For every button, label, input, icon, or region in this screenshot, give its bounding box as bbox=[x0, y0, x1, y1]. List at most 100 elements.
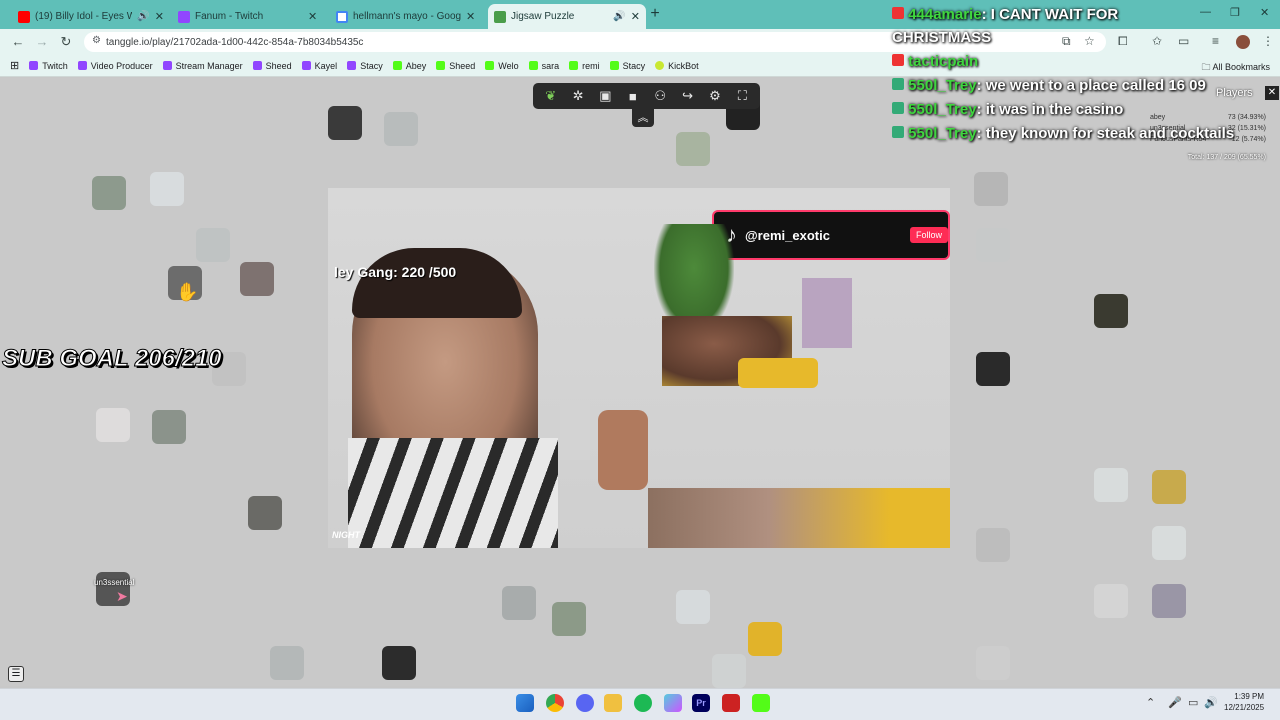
copilot-icon[interactable] bbox=[664, 694, 682, 712]
puzzle-piece[interactable] bbox=[676, 132, 710, 166]
close-icon[interactable]: ✕ bbox=[466, 10, 475, 23]
chat-message: they known for steak and cocktails bbox=[985, 125, 1235, 142]
file-explorer-icon[interactable] bbox=[604, 694, 622, 712]
puzzle-piece[interactable] bbox=[92, 176, 126, 210]
puzzle-piece[interactable] bbox=[384, 112, 418, 146]
app-icon[interactable] bbox=[722, 694, 740, 712]
close-icon[interactable]: ✕ bbox=[631, 10, 640, 23]
puzzle-piece[interactable] bbox=[96, 408, 130, 442]
start-icon[interactable] bbox=[516, 694, 534, 712]
tab-youtube[interactable]: (19) Billy Idol - Eyes Without 🔊 ✕ bbox=[12, 4, 170, 29]
puzzle-piece[interactable] bbox=[1152, 470, 1186, 504]
puzzle-piece[interactable] bbox=[748, 622, 782, 656]
star-icon[interactable]: ☆ bbox=[1084, 34, 1095, 48]
chat-line: CHRISTMASS bbox=[892, 29, 991, 46]
puzzle-piece[interactable] bbox=[1152, 584, 1186, 618]
premiere-icon[interactable]: Pr bbox=[692, 694, 710, 712]
bookmark-kayel[interactable]: Kayel bbox=[301, 61, 337, 71]
puzzle-piece[interactable] bbox=[974, 172, 1008, 206]
settings-icon[interactable]: ⚙ bbox=[705, 88, 725, 104]
close-players-button[interactable]: ✕ bbox=[1265, 86, 1279, 100]
hand bbox=[598, 410, 648, 490]
profile-avatar[interactable] bbox=[1236, 35, 1250, 49]
puzzle-piece[interactable] bbox=[240, 262, 274, 296]
bookmark-stream-manager[interactable]: Stream Manager bbox=[162, 61, 243, 71]
minimize-button[interactable]: — bbox=[1200, 6, 1211, 18]
close-icon[interactable]: ✕ bbox=[155, 10, 164, 23]
puzzle-piece[interactable] bbox=[150, 172, 184, 206]
bookmark-welo[interactable]: Welo bbox=[485, 61, 519, 71]
spotify-icon[interactable] bbox=[634, 694, 652, 712]
puzzle-piece[interactable] bbox=[502, 586, 536, 620]
back-button[interactable]: ← bbox=[10, 34, 26, 49]
tab-jigsaw[interactable]: Jigsaw Puzzle 🔊 ✕ bbox=[488, 4, 646, 29]
puzzle-piece[interactable] bbox=[1152, 526, 1186, 560]
volume-icon[interactable]: 🔊 bbox=[1204, 696, 1218, 709]
puzzle-piece[interactable] bbox=[270, 646, 304, 680]
puzzle-piece[interactable] bbox=[976, 646, 1010, 680]
install-icon[interactable]: ⧉ bbox=[1062, 34, 1071, 49]
apps-icon[interactable]: ⊞ bbox=[10, 59, 19, 72]
bookmark-sheed[interactable]: Sheed bbox=[252, 61, 292, 71]
bookmark-twitch[interactable]: Twitch bbox=[29, 61, 68, 71]
speaker-icon[interactable]: 🔊 bbox=[137, 11, 149, 22]
puzzle-piece[interactable] bbox=[1094, 468, 1128, 502]
sidebar-icon[interactable]: ▭ bbox=[1178, 34, 1189, 48]
assembled-puzzle[interactable]: ley Gang: 220 /500 NIGHT ♪ @remi_exotic … bbox=[328, 188, 950, 548]
bookmark-stacy-kick[interactable]: Stacy bbox=[609, 61, 645, 71]
puzzle-piece[interactable] bbox=[712, 654, 746, 688]
bookmark-kickbot[interactable]: KickBot bbox=[655, 61, 699, 71]
puzzle-piece[interactable] bbox=[976, 528, 1010, 562]
bookmark-abey[interactable]: Abey bbox=[392, 61, 426, 71]
chat-toggle-icon[interactable]: ☰ bbox=[8, 666, 24, 682]
forward-button[interactable]: → bbox=[34, 34, 50, 49]
player-row: abey 73 (34.93%) bbox=[1150, 114, 1266, 121]
leaf-icon[interactable]: ❦ bbox=[541, 88, 561, 104]
collapse-toolbar-button[interactable]: ︽ bbox=[632, 109, 654, 127]
kick-icon bbox=[485, 61, 495, 70]
fullscreen-icon[interactable]: ⛶ bbox=[732, 88, 752, 104]
puzzle-piece[interactable] bbox=[196, 228, 230, 262]
puzzle-piece[interactable] bbox=[1094, 584, 1128, 618]
close-icon[interactable]: ✕ bbox=[308, 10, 317, 23]
puzzle-piece[interactable] bbox=[382, 646, 416, 680]
kick-icon[interactable] bbox=[752, 694, 770, 712]
puzzle-piece[interactable] bbox=[1094, 294, 1128, 328]
chevron-up-icon[interactable]: ⌃ bbox=[1146, 696, 1155, 709]
bookmark-stacy[interactable]: Stacy bbox=[347, 61, 383, 71]
maximize-button[interactable]: ❐ bbox=[1230, 6, 1240, 19]
media-icon[interactable]: ≡ bbox=[1212, 34, 1219, 48]
extensions-icon[interactable]: ⧠ bbox=[1118, 34, 1128, 49]
tab-twitch[interactable]: Fanum - Twitch ✕ bbox=[172, 4, 330, 29]
preview-image-icon[interactable]: ▣ bbox=[595, 88, 615, 104]
puzzle-piece[interactable] bbox=[328, 106, 362, 140]
discord-icon[interactable] bbox=[576, 694, 594, 712]
bookmark-sara[interactable]: sara bbox=[528, 61, 559, 71]
network-icon[interactable]: ▭ bbox=[1188, 696, 1198, 709]
bookmark-video-producer[interactable]: Video Producer bbox=[77, 61, 153, 71]
chrome-icon[interactable] bbox=[546, 694, 564, 712]
all-bookmarks[interactable]: 🗀 All Bookmarks bbox=[1201, 60, 1270, 76]
close-window-button[interactable]: ✕ bbox=[1260, 6, 1269, 19]
players-icon[interactable]: ⚇ bbox=[650, 88, 670, 104]
reload-button[interactable]: ↻ bbox=[58, 34, 74, 50]
bookmark-remi[interactable]: remi bbox=[569, 61, 600, 71]
puzzle-piece[interactable] bbox=[248, 496, 282, 530]
new-tab-button[interactable]: + bbox=[648, 5, 662, 23]
puzzle-piece[interactable] bbox=[976, 352, 1010, 386]
puzzle-piece[interactable] bbox=[152, 410, 186, 444]
puzzle-piece[interactable] bbox=[976, 228, 1010, 262]
scatter-icon[interactable]: ✲ bbox=[568, 88, 588, 104]
puzzle-piece[interactable] bbox=[552, 602, 586, 636]
tab-google[interactable]: hellmann's mayo - Google Sear ✕ bbox=[330, 4, 488, 29]
background-color-icon[interactable]: ■ bbox=[623, 89, 643, 104]
speaker-icon[interactable]: 🔊 bbox=[613, 11, 625, 22]
microphone-icon[interactable]: 🎤 bbox=[1168, 696, 1182, 709]
clock[interactable]: 1:39 PM 12/21/2025 bbox=[1224, 691, 1264, 713]
bookmark-icon[interactable]: ✩ bbox=[1152, 34, 1162, 48]
menu-icon[interactable]: ⋮ bbox=[1262, 34, 1274, 48]
share-icon[interactable]: ↪ bbox=[678, 88, 698, 104]
site-info-icon[interactable]: ⚙ bbox=[92, 35, 101, 46]
puzzle-piece[interactable] bbox=[676, 590, 710, 624]
bookmark-sheed-kick[interactable]: Sheed bbox=[436, 61, 475, 71]
